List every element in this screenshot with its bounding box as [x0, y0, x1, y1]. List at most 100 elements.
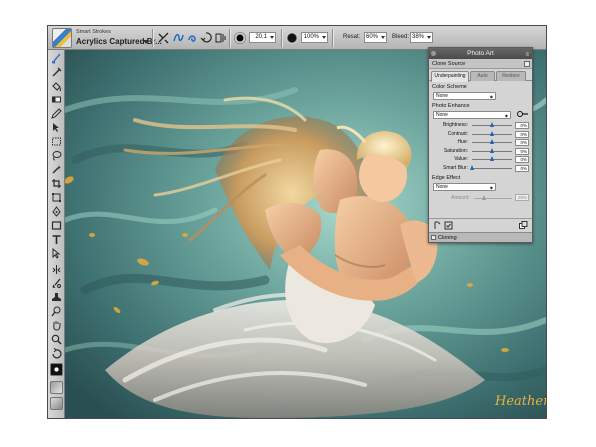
color-scheme-select[interactable]: None ◆	[433, 92, 496, 100]
clone-source-label: Clone Source	[432, 61, 466, 67]
adjustment-slider-knob[interactable]	[490, 147, 494, 153]
pen-tool-icon[interactable]	[51, 206, 62, 217]
color-scheme-value: None	[436, 93, 448, 99]
color-scheme-label: Color Scheme	[432, 84, 467, 90]
text-tool-icon[interactable]	[51, 234, 62, 245]
rubber-stamp-tool-icon[interactable]	[51, 292, 62, 303]
adjustment-value-field[interactable]: 0%	[515, 130, 529, 138]
rotate-page-tool-icon[interactable]	[51, 348, 62, 359]
paper-selector[interactable]	[50, 381, 63, 394]
photo-enhance-select[interactable]: None ◆	[433, 111, 511, 119]
photo-enhance-label: Photo Enhance	[429, 103, 532, 109]
adjustment-label: Saturation:	[443, 147, 468, 154]
dodge-tool-icon[interactable]	[51, 306, 62, 317]
photo-art-palette: Photo Art ≡ Clone Source Underpainting A…	[428, 47, 533, 243]
adjustment-slider-knob[interactable]	[470, 164, 474, 170]
cloning-panel[interactable]: Cloning	[429, 232, 532, 242]
eraser-tool-icon[interactable]	[51, 94, 62, 105]
dropper-tool-icon[interactable]	[51, 67, 62, 78]
close-icon[interactable]	[431, 51, 436, 56]
adjustment-label: Value:	[454, 156, 468, 162]
shape-selection-tool-icon[interactable]	[51, 248, 62, 259]
adjustment-slider-knob[interactable]	[490, 122, 494, 127]
opacity-icon	[286, 32, 298, 44]
palette-title-bar[interactable]: Photo Art ≡	[429, 48, 532, 59]
rectangle-shape-tool-icon[interactable]	[51, 220, 62, 231]
tab-restore[interactable]: Restore	[496, 71, 526, 81]
freehand-stroke-icon[interactable]	[172, 31, 185, 44]
chevron-down-icon: ◆	[489, 94, 493, 99]
mirror-painting-tool-icon[interactable]	[51, 264, 62, 275]
brush-category-label: Smart Strokes	[76, 29, 111, 35]
tab-underpainting[interactable]: Underpainting	[431, 71, 469, 82]
adjustment-row: Hue: 0%	[429, 138, 532, 146]
undo-icon[interactable]	[433, 221, 442, 230]
tab-auto[interactable]: Auto	[470, 71, 495, 81]
pattern-selector[interactable]	[50, 397, 63, 410]
straight-line-stroke-icon[interactable]	[186, 31, 199, 44]
edge-effect-value: None	[436, 183, 448, 190]
adjustment-value-field[interactable]: 0%	[515, 156, 529, 163]
adjustment-row: Brightness: 0%	[429, 121, 532, 129]
bleed-field[interactable]: 38%	[410, 32, 433, 43]
lasso-tool-icon[interactable]	[51, 150, 62, 161]
main-color-swatch[interactable]	[50, 363, 63, 376]
cloner-tool-icon[interactable]	[51, 278, 62, 289]
separator	[332, 29, 333, 47]
transform-tool-icon[interactable]	[51, 192, 62, 203]
brush-variant-icon[interactable]	[52, 28, 72, 48]
grabber-tool-icon[interactable]	[51, 320, 62, 331]
layer-adjuster-tool-icon[interactable]	[51, 122, 62, 133]
photo-enhance-text: Photo Enhance	[432, 103, 470, 109]
adjustment-value-field[interactable]: 0%	[515, 139, 529, 146]
palette-footer	[429, 218, 532, 232]
adjustment-value-field[interactable]: 0%	[515, 164, 529, 172]
reset-tool-icon[interactable]	[200, 31, 213, 44]
rectangular-selection-tool-icon[interactable]	[51, 136, 62, 147]
clone-source-panel[interactable]: Clone Source	[429, 59, 532, 69]
clone-icon[interactable]	[519, 221, 528, 230]
adjustment-row: Value: 0%	[429, 155, 532, 163]
adjustment-value-field[interactable]: 0%	[515, 122, 529, 129]
adjustment-row: Contrast: 0%	[429, 130, 532, 138]
bleed-value: 38%	[411, 34, 424, 40]
cloning-toggle[interactable]	[431, 235, 436, 240]
amount-field[interactable]: 25%	[515, 193, 529, 201]
opacity-field[interactable]: 100%	[301, 32, 328, 43]
stroke-type-icon[interactable]	[157, 31, 170, 44]
adjustment-slider-knob[interactable]	[490, 139, 494, 144]
resat-value: 60%	[365, 34, 378, 40]
chevron-down-icon[interactable]	[143, 40, 149, 44]
amount-slider-knob[interactable]	[481, 194, 486, 200]
cloning-label: Cloning	[438, 235, 457, 241]
adjustment-label: Brightness:	[442, 122, 468, 128]
adjustment-slider-knob[interactable]	[490, 130, 494, 136]
size-field[interactable]: 20.1	[249, 32, 276, 43]
adjustment-slider-knob[interactable]	[490, 156, 494, 161]
adjustment-slider-track[interactable]	[472, 167, 512, 169]
bleed-label: Bleed:	[392, 34, 410, 40]
adjustment-row: Saturation: 0%	[429, 147, 532, 155]
adjustment-row: Smart Blur: 0%	[429, 164, 532, 172]
crop-tool-icon[interactable]	[51, 178, 62, 189]
photo-enhance-row: None ◆	[429, 111, 532, 119]
edge-effect-select[interactable]: None ◆	[433, 182, 496, 191]
paint-bucket-tool-icon[interactable]	[51, 81, 62, 92]
magic-wand-tool-icon[interactable]	[51, 164, 62, 175]
clone-source-toggle[interactable]	[524, 61, 530, 67]
palette-title: Photo Art	[467, 50, 494, 57]
pencil-tool-icon[interactable]	[51, 108, 62, 119]
apply-icon[interactable]	[444, 221, 453, 230]
brush-tool-icon[interactable]	[51, 53, 62, 64]
adjustment-label: Contrast:	[447, 130, 468, 137]
brush-ghost-icon[interactable]	[214, 31, 227, 44]
adjustment-sliders: Brightness: 0% Contrast: 0% Hue: 0% Saturation…	[429, 121, 532, 172]
magnifier-tool-icon[interactable]	[51, 334, 62, 345]
amount-slider-track[interactable]	[474, 197, 512, 199]
palette-tabs: Underpainting Auto Restore	[429, 71, 532, 82]
opacity-value: 100%	[303, 34, 319, 40]
auto-adjust-icon[interactable]	[517, 110, 528, 118]
adjustment-value-field[interactable]: 0%	[515, 147, 529, 155]
photo-enhance-value: None	[436, 112, 448, 118]
resat-field[interactable]: 60%	[364, 32, 387, 43]
